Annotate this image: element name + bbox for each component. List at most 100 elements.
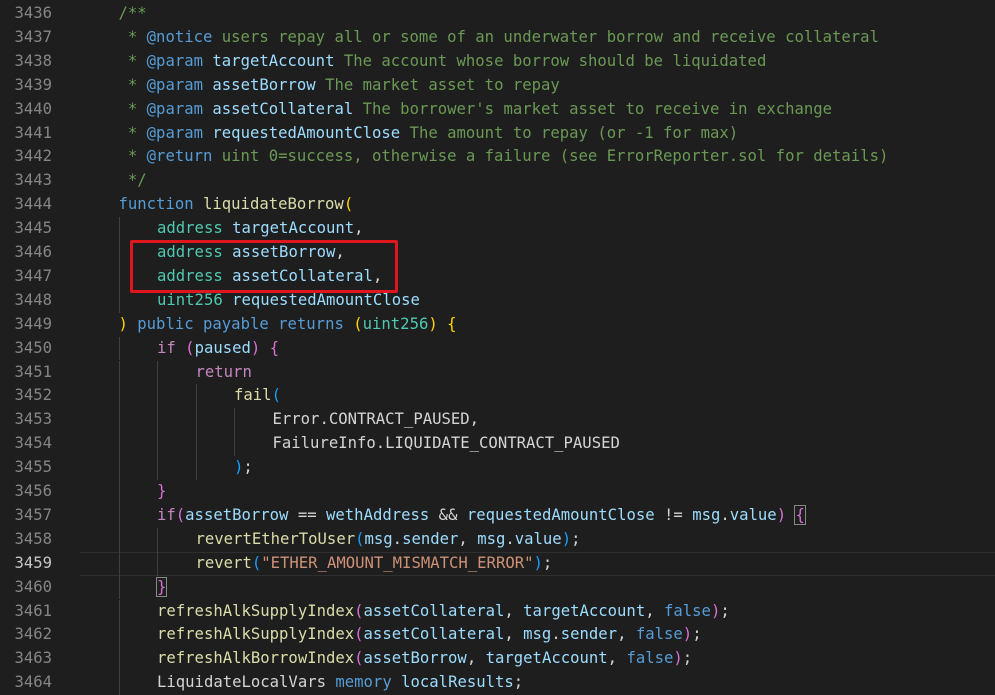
code-line[interactable]: 3463 refreshAlkBorrowIndex(assetBorrow, t… bbox=[0, 647, 995, 672]
code-text[interactable]: return bbox=[196, 361, 252, 385]
code-line[interactable]: 3464 LiquidateLocalVars memory localResul… bbox=[0, 671, 995, 695]
indent-guide bbox=[195, 456, 197, 480]
line-number[interactable]: 3460 bbox=[0, 576, 52, 600]
code-line[interactable]: 3443 */ bbox=[0, 169, 995, 193]
line-number[interactable]: 3464 bbox=[0, 671, 52, 695]
code-token: * bbox=[118, 27, 147, 46]
code-line[interactable]: 3439 * @param assetBorrow The market ass… bbox=[0, 74, 995, 98]
code-line[interactable]: 3440 * @param assetCollateral The borrow… bbox=[0, 98, 995, 122]
code-token: , bbox=[645, 601, 664, 620]
code-text[interactable]: ); bbox=[234, 456, 253, 480]
code-text[interactable]: revertEtherToUser(msg.sender, msg.value)… bbox=[196, 528, 581, 552]
code-editor[interactable]: 3436 /** 3437 * @notice users repay all or… bbox=[0, 0, 995, 695]
code-token: ) bbox=[561, 529, 572, 548]
code-line[interactable]: 3457 if(assetBorrow == wethAddress && req… bbox=[0, 503, 995, 528]
code-token: * bbox=[118, 75, 147, 94]
code-line[interactable]: 3445 address targetAccount, bbox=[0, 217, 995, 241]
code-line[interactable]: 3438 * @param targetAccount The account … bbox=[0, 50, 995, 74]
code-line[interactable]: 3453 Error.CONTRACT_PAUSED, bbox=[0, 408, 995, 433]
line-number[interactable]: 3448 bbox=[0, 289, 52, 313]
code-text[interactable]: refreshAlkSupplyIndex(assetCollateral, m… bbox=[157, 623, 702, 647]
line-number[interactable]: 3454 bbox=[0, 432, 52, 456]
line-number[interactable]: 3439 bbox=[0, 74, 52, 98]
code-line[interactable]: 3454 FailureInfo.LIQUIDATE_CONTRACT_PAUSE… bbox=[0, 432, 995, 457]
code-text[interactable]: refreshAlkSupplyIndex(assetCollateral, t… bbox=[157, 600, 730, 624]
line-number[interactable]: 3436 bbox=[0, 2, 52, 26]
line-number[interactable]: 3441 bbox=[0, 122, 52, 146]
line-number[interactable]: 3455 bbox=[0, 456, 52, 480]
code-text[interactable]: * @notice users repay all or some of an … bbox=[119, 26, 879, 50]
code-text[interactable]: * @param requestedAmountClose The amount… bbox=[119, 122, 738, 146]
line-number[interactable]: 3459 bbox=[0, 552, 52, 576]
line-number[interactable]: 3440 bbox=[0, 98, 52, 122]
indent-guide bbox=[118, 432, 120, 457]
code-text[interactable]: /** bbox=[119, 2, 147, 26]
code-text[interactable]: FailureInfo.LIQUIDATE_CONTRACT_PAUSED bbox=[273, 432, 620, 456]
line-number[interactable]: 3444 bbox=[0, 193, 52, 217]
code-text[interactable]: refreshAlkBorrowIndex(assetBorrow, targe… bbox=[157, 647, 692, 671]
code-text[interactable]: * @param targetAccount The account whose… bbox=[119, 50, 766, 74]
code-line[interactable]: 3450 if (paused) { bbox=[0, 336, 995, 361]
line-number[interactable]: 3446 bbox=[0, 241, 52, 265]
line-number[interactable]: 3445 bbox=[0, 217, 52, 241]
code-text[interactable]: function liquidateBorrow( bbox=[119, 193, 354, 217]
code-text[interactable]: if (paused) { bbox=[157, 337, 279, 361]
code-line[interactable]: 3452 fail( bbox=[0, 384, 995, 409]
code-text[interactable]: ) public payable returns (uint256) { bbox=[119, 313, 457, 337]
code-token: targetAccount bbox=[523, 601, 646, 620]
code-line[interactable]: 3455); bbox=[0, 456, 995, 480]
line-number[interactable]: 3456 bbox=[0, 480, 52, 504]
code-token: wethAddress bbox=[326, 505, 430, 524]
code-token: @param bbox=[146, 51, 204, 70]
code-text[interactable]: * @param assetCollateral The borrower's … bbox=[119, 98, 832, 122]
code-token: , bbox=[458, 529, 478, 548]
code-line[interactable]: 3459 revert("ETHER_AMOUNT_MISMATCH_ERROR"… bbox=[0, 551, 995, 576]
indent-guide bbox=[118, 527, 120, 552]
code-line[interactable]: 3461 refreshAlkSupplyIndex(assetCollatera… bbox=[0, 599, 995, 624]
code-text[interactable]: * @param assetBorrow The market asset to… bbox=[119, 74, 560, 98]
code-text[interactable]: */ bbox=[119, 169, 147, 193]
code-line[interactable]: 3460} bbox=[0, 575, 995, 600]
code-line[interactable]: 3436 /** bbox=[0, 2, 995, 26]
line-number[interactable]: 3449 bbox=[0, 313, 52, 337]
code-text[interactable]: } bbox=[157, 480, 166, 504]
line-number[interactable]: 3450 bbox=[0, 337, 52, 361]
line-number[interactable]: 3461 bbox=[0, 600, 52, 624]
code-text[interactable]: * @return uint 0=success, otherwise a fa… bbox=[118, 145, 888, 169]
code-line[interactable]: 3437 * @notice users repay all or some o… bbox=[0, 26, 995, 50]
code-text[interactable]: address targetAccount, bbox=[157, 217, 364, 241]
code-line[interactable]: 3456} bbox=[0, 480, 995, 504]
line-number[interactable]: 3452 bbox=[0, 384, 52, 408]
code-text[interactable]: revert("ETHER_AMOUNT_MISMATCH_ERROR"); bbox=[196, 552, 553, 576]
line-number[interactable]: 3462 bbox=[0, 623, 52, 647]
indent-guide bbox=[118, 408, 120, 433]
code-text[interactable]: } bbox=[155, 576, 168, 600]
line-number[interactable]: 3438 bbox=[0, 50, 52, 74]
line-number[interactable]: 3458 bbox=[0, 528, 52, 552]
code-line[interactable]: 3442 * @return uint 0=success, otherwise… bbox=[0, 145, 995, 169]
code-line[interactable]: 3458 revertEtherToUser(msg.sender, msg.va… bbox=[0, 527, 995, 552]
line-number[interactable]: 3443 bbox=[0, 169, 52, 193]
code-line[interactable]: 3441 * @param requestedAmountClose The a… bbox=[0, 122, 995, 146]
code-text[interactable]: fail( bbox=[234, 384, 281, 408]
line-number[interactable]: 3437 bbox=[0, 26, 52, 50]
code-line[interactable]: 3462 refreshAlkSupplyIndex(assetCollatera… bbox=[0, 623, 995, 648]
line-number[interactable]: 3463 bbox=[0, 647, 52, 671]
line-number[interactable]: 3457 bbox=[0, 504, 52, 528]
line-number[interactable]: 3451 bbox=[0, 361, 52, 385]
code-line[interactable]: 3444 function liquidateBorrow( bbox=[0, 193, 995, 217]
code-text[interactable]: LiquidateLocalVars memory localResults; bbox=[157, 671, 523, 695]
code-token: * bbox=[118, 147, 147, 166]
code-text[interactable]: if(assetBorrow == wethAddress && request… bbox=[157, 504, 806, 528]
line-number[interactable]: 3447 bbox=[0, 265, 52, 289]
code-line[interactable]: 3449 ) public payable returns (uint256) { bbox=[0, 313, 995, 337]
code-token: , bbox=[607, 649, 627, 668]
line-number[interactable]: 3442 bbox=[0, 145, 52, 169]
code-text[interactable]: Error.CONTRACT_PAUSED, bbox=[273, 408, 480, 432]
code-line[interactable]: 3451 return bbox=[0, 360, 995, 385]
line-number[interactable]: 3453 bbox=[0, 408, 52, 432]
code-token: if bbox=[157, 338, 176, 357]
